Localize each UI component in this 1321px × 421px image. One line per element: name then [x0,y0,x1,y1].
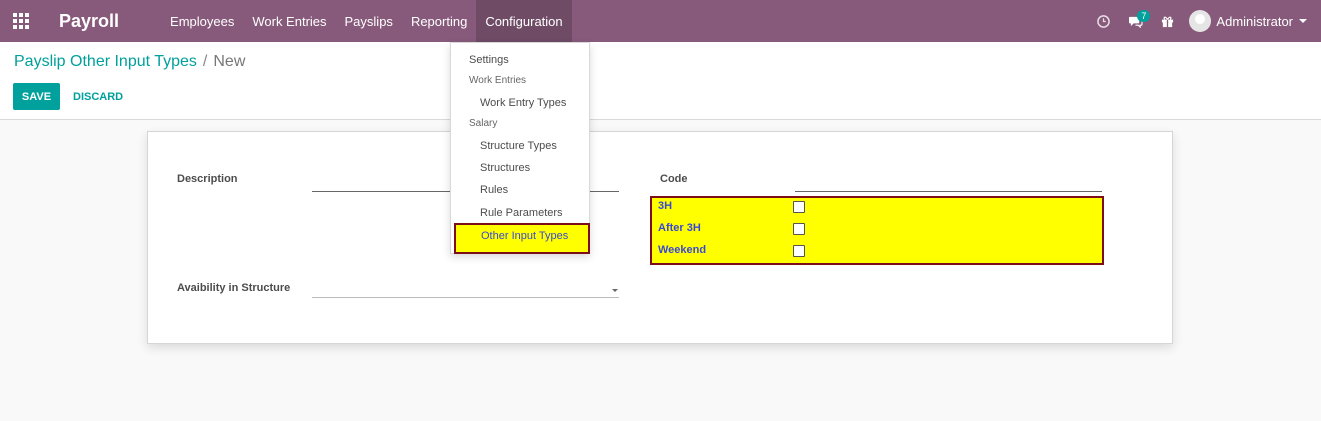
option-3h-checkbox[interactable] [793,201,805,213]
discard-button[interactable]: DISCARD [73,83,123,110]
messages-badge: 7 [1137,10,1151,22]
avatar [1189,10,1212,32]
menu-item-work-entry-types[interactable]: Work Entry Types [480,97,566,109]
chevron-down-icon[interactable] [612,289,618,292]
menu-employees[interactable]: Employees [161,0,243,42]
menu-item-rules[interactable]: Rules [480,184,508,196]
availability-label: Avaibility in Structure [177,282,291,294]
description-label: Description [177,173,238,185]
configuration-dropdown: Settings Work Entries Work Entry Types S… [450,42,590,254]
menu-item-structure-types[interactable]: Structure Types [480,140,557,152]
menu-item-other-input-types-label: Other Input Types [481,230,569,242]
gift-icon[interactable] [1151,0,1183,42]
clock-icon[interactable] [1087,0,1119,42]
menu-reporting[interactable]: Reporting [402,0,476,42]
option-weekend-checkbox[interactable] [793,245,805,257]
option-3h-label: 3H [658,200,673,212]
menu-item-other-input-types[interactable]: Other Input Types [454,223,590,254]
menu-header-work-entries: Work Entries [469,75,527,86]
menu-item-settings[interactable]: Settings [469,54,509,66]
main-menu: Employees Work Entries Payslips Reportin… [161,0,572,42]
messages-icon[interactable]: 7 [1119,0,1151,42]
option-after-3h-checkbox[interactable] [793,223,805,235]
menu-item-structures[interactable]: Structures [480,162,530,174]
apps-grid-icon [13,13,29,29]
breadcrumb-separator: / [202,53,208,70]
user-name: Administrator [1216,13,1293,29]
menu-work-entries[interactable]: Work Entries [243,0,335,42]
code-label: Code [660,173,688,185]
form-sheet: Description Code 3H After 3H Weekend Ava… [147,131,1173,344]
menu-header-salary: Salary [469,118,498,129]
save-button[interactable]: SAVE [13,83,60,110]
availability-select[interactable] [312,297,619,298]
menu-item-rule-parameters[interactable]: Rule Parameters [480,207,563,219]
top-navbar: Payroll Employees Work Entries Payslips … [0,0,1321,42]
control-panel: Payslip Other Input Types / New SAVE DISCA… [0,42,1321,120]
chevron-down-icon [1299,19,1307,23]
breadcrumb: Payslip Other Input Types / New [14,53,245,71]
option-weekend-label: Weekend [658,244,707,256]
app-brand[interactable]: Payroll [59,11,119,32]
highlight-box: 3H After 3H Weekend [650,196,1104,265]
navbar-right: 7 Administrator [1087,0,1321,42]
user-menu[interactable]: Administrator [1189,10,1307,32]
menu-configuration[interactable]: Configuration [476,0,572,42]
apps-menu-button[interactable] [0,0,42,42]
breadcrumb-parent[interactable]: Payslip Other Input Types [14,53,197,70]
breadcrumb-current: New [213,53,246,70]
menu-payslips[interactable]: Payslips [336,0,402,42]
option-after-3h-label: After 3H [658,222,701,234]
code-input[interactable] [795,191,1102,192]
